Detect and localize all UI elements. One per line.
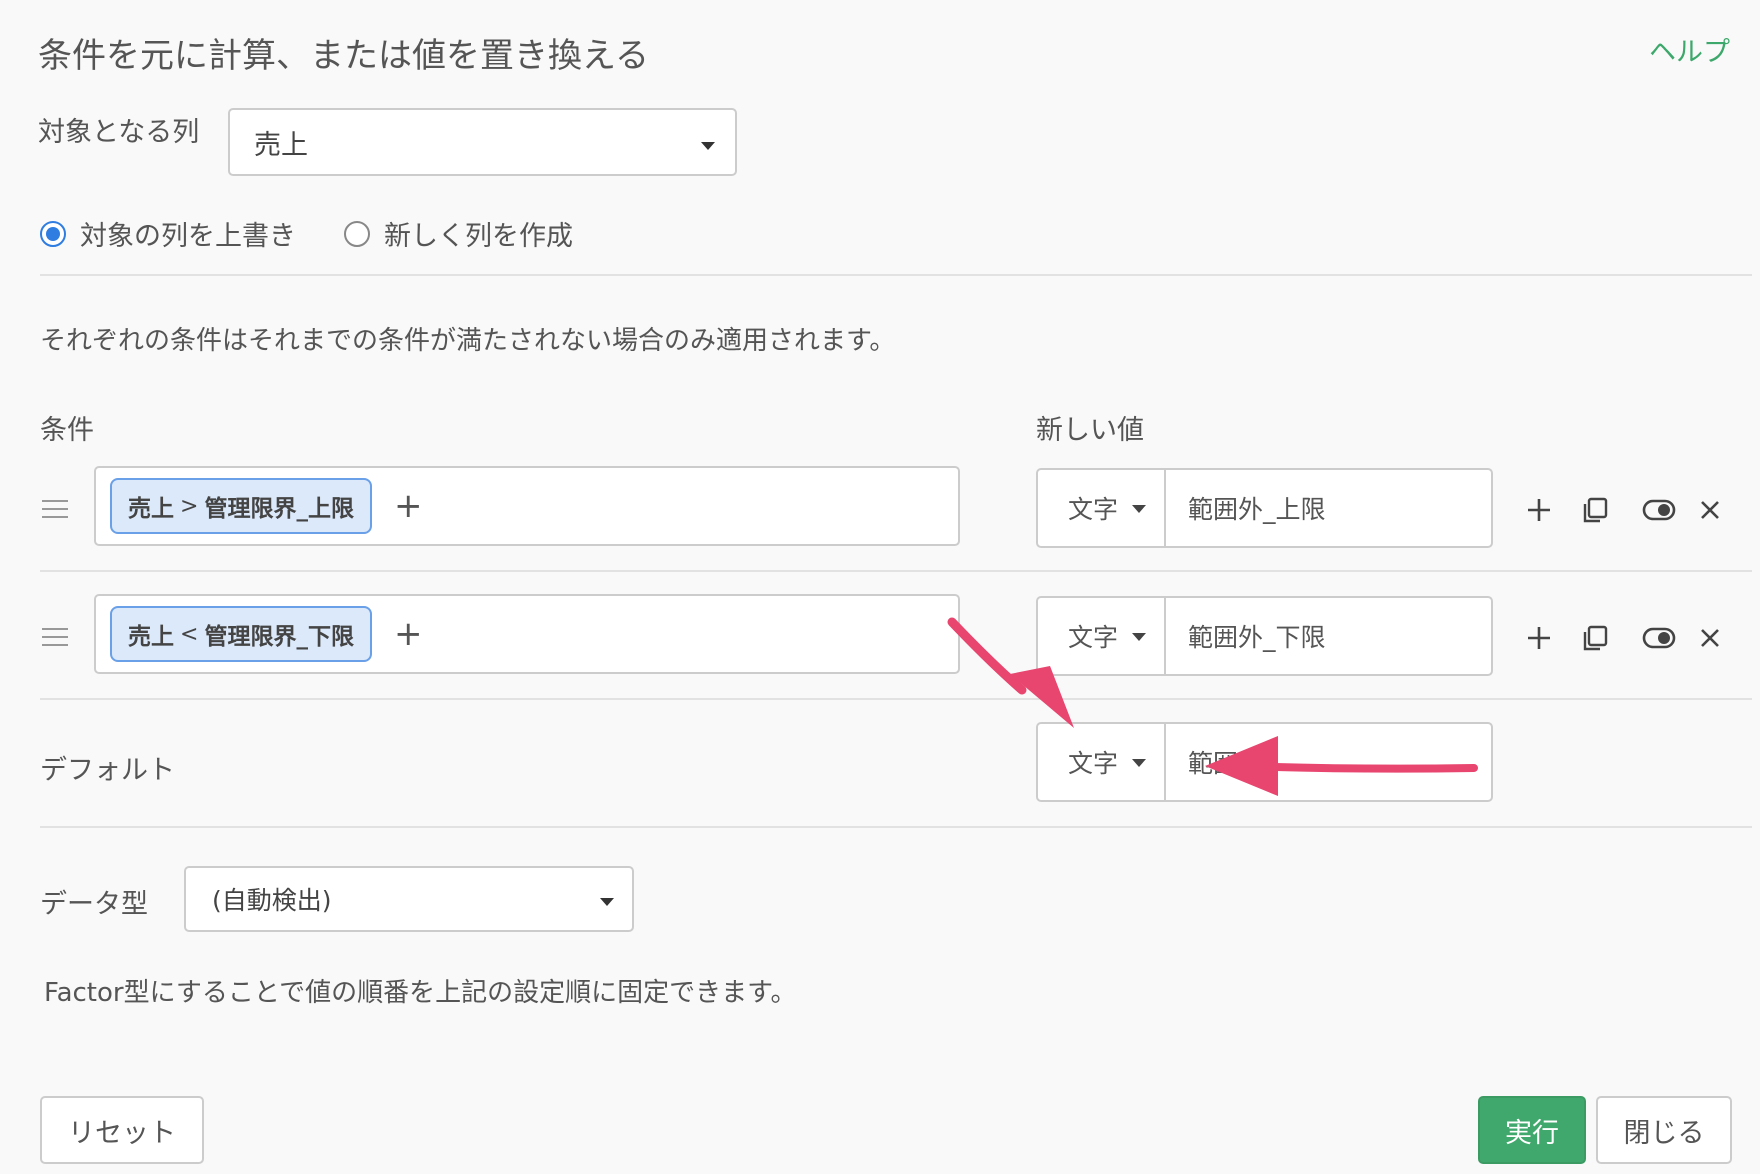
default-type-select[interactable]: 文字 <box>1038 724 1166 800</box>
condition-column-header: 条件 <box>40 415 94 446</box>
add-condition-button[interactable]: + <box>394 489 423 523</box>
conditions-description: それぞれの条件はそれまでの条件が満たされない場合のみ適用されます。 <box>40 326 896 356</box>
value-type-select[interactable]: 文字 <box>1038 598 1166 674</box>
radio-overwrite-column[interactable]: 対象の列を上書き <box>40 214 296 253</box>
chevron-down-icon <box>600 898 614 906</box>
plus-icon[interactable] <box>1519 490 1559 530</box>
help-link[interactable]: ヘルプ <box>1649 30 1730 69</box>
radio-create-column[interactable]: 新しく列を作成 <box>344 214 573 253</box>
chevron-down-icon <box>701 142 715 150</box>
default-value-input[interactable]: 範囲内 <box>1166 724 1491 800</box>
chevron-down-icon <box>1132 505 1146 513</box>
reset-button[interactable]: リセット <box>40 1096 204 1164</box>
chip-column: 売上 <box>128 624 174 650</box>
radio-button-checked[interactable] <box>40 220 66 247</box>
chevron-down-icon <box>1132 633 1146 641</box>
target-column-select[interactable]: 売上 <box>228 108 737 176</box>
condition-chip[interactable]: 売上 < 管理限界_下限 <box>110 606 372 662</box>
default-label: デフォルト <box>40 755 175 786</box>
new-value-group: 文字 範囲外_上限 <box>1036 468 1493 548</box>
add-condition-button[interactable]: + <box>394 617 423 651</box>
toggle-icon[interactable] <box>1637 618 1681 658</box>
divider <box>40 570 1752 572</box>
data-type-label: データ型 <box>40 889 148 920</box>
target-column-value: 売上 <box>254 129 308 161</box>
condition-editor[interactable]: 売上 > 管理限界_上限 + <box>94 466 960 546</box>
condition-editor[interactable]: 売上 < 管理限界_下限 + <box>94 594 960 674</box>
close-button[interactable]: 閉じる <box>1596 1096 1732 1164</box>
plus-icon[interactable] <box>1519 618 1559 658</box>
drag-handle-icon[interactable] <box>42 500 68 524</box>
radio-overwrite-label: 対象の列を上書き <box>80 221 296 252</box>
data-type-value: (自動検出) <box>212 886 332 915</box>
copy-icon[interactable] <box>1575 490 1615 530</box>
new-value-input[interactable]: 範囲外_下限 <box>1166 598 1491 674</box>
new-value-input[interactable]: 範囲外_上限 <box>1166 470 1491 546</box>
page-title: 条件を元に計算、または値を置き換える <box>38 36 649 76</box>
data-type-select[interactable]: (自動検出) <box>184 866 634 932</box>
radio-create-label: 新しく列を作成 <box>384 221 573 252</box>
value-type-label: 文字 <box>1068 623 1119 652</box>
radio-button-unchecked[interactable] <box>344 220 370 247</box>
divider <box>40 698 1752 700</box>
divider <box>40 274 1752 276</box>
chip-value: 管理限界_上限 <box>204 496 354 522</box>
close-icon[interactable] <box>1690 618 1730 658</box>
value-type-label: 文字 <box>1068 749 1119 778</box>
chip-column: 売上 <box>128 496 174 522</box>
run-button[interactable]: 実行 <box>1478 1096 1586 1164</box>
new-value-column-header: 新しい値 <box>1036 415 1144 446</box>
new-value-group: 文字 範囲外_下限 <box>1036 596 1493 676</box>
divider <box>40 826 1752 828</box>
chip-operator: < <box>180 621 199 647</box>
target-column-label: 対象となる列 <box>38 117 200 148</box>
chip-value: 管理限界_下限 <box>204 624 354 650</box>
value-type-select[interactable]: 文字 <box>1038 470 1166 546</box>
condition-chip[interactable]: 売上 > 管理限界_上限 <box>110 478 372 534</box>
drag-handle-icon[interactable] <box>42 628 68 652</box>
toggle-icon[interactable] <box>1637 490 1681 530</box>
factor-note: Factor型にすることで値の順番を上記の設定順に固定できます。 <box>44 978 797 1008</box>
default-value-group: 文字 範囲内 <box>1036 722 1493 802</box>
close-icon[interactable] <box>1690 490 1730 530</box>
chip-operator: > <box>180 493 199 519</box>
copy-icon[interactable] <box>1575 618 1615 658</box>
chevron-down-icon <box>1132 759 1146 767</box>
value-type-label: 文字 <box>1068 495 1119 524</box>
